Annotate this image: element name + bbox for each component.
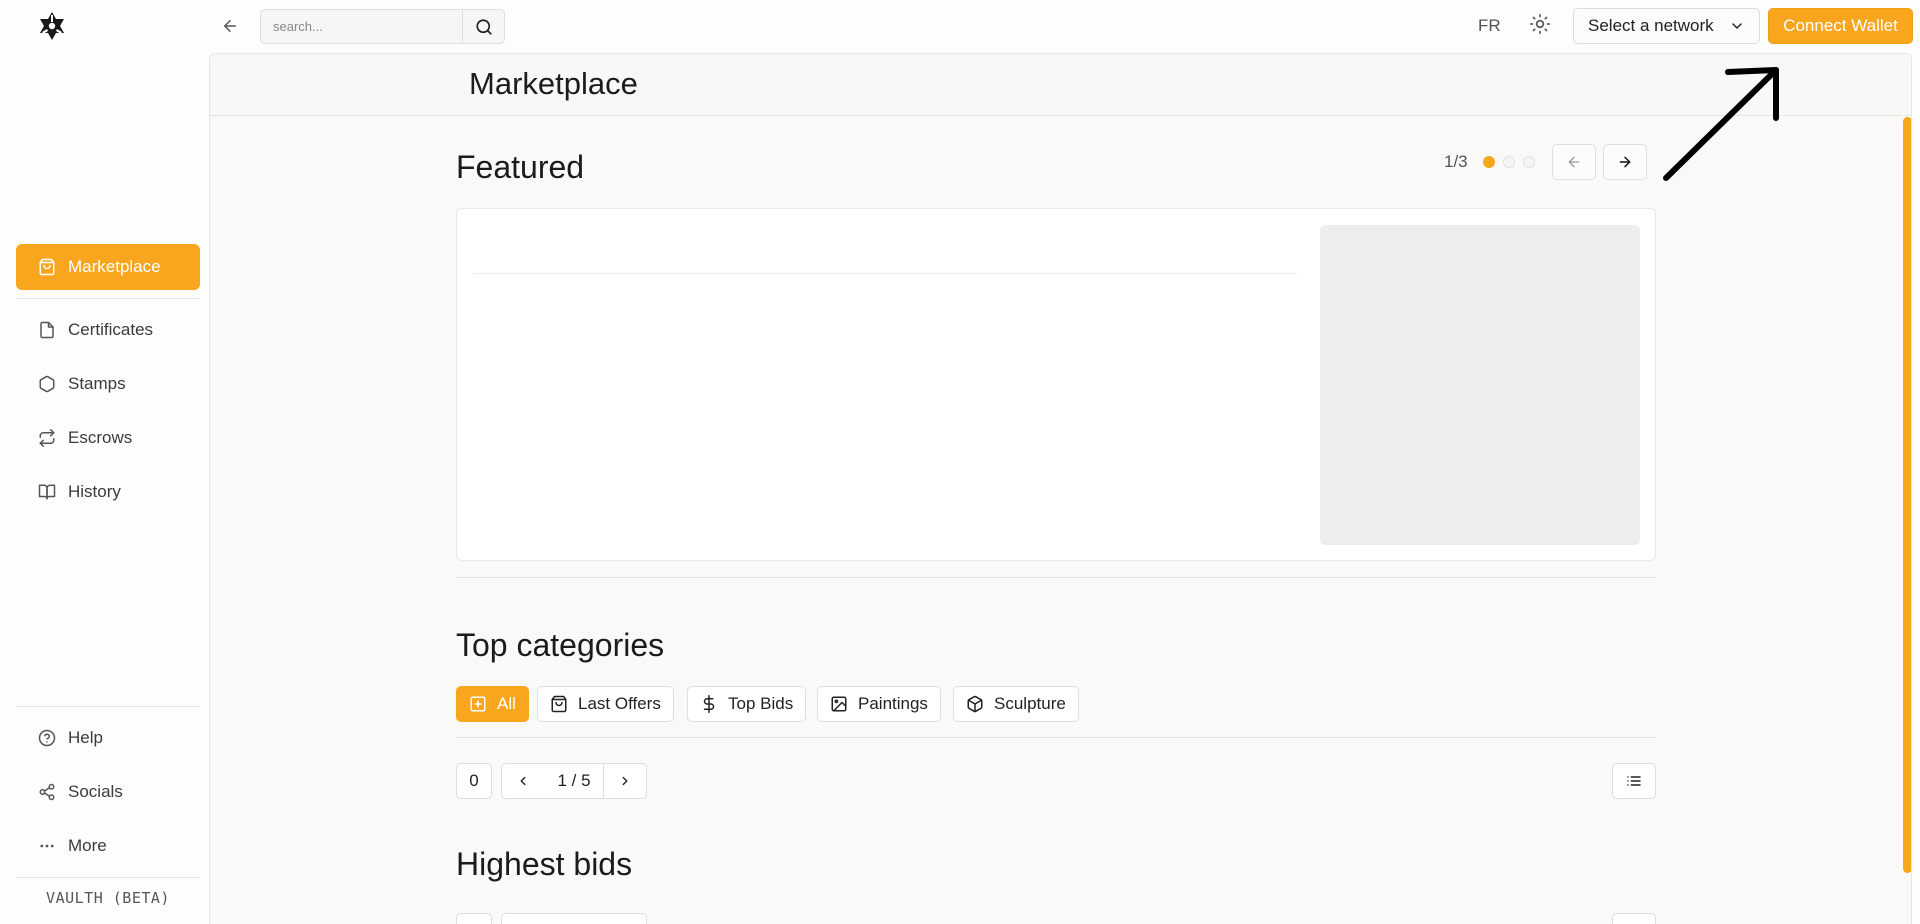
carousel-dot-2[interactable] [1503, 156, 1515, 168]
results-count-partial [456, 913, 492, 924]
carousel-dot-3[interactable] [1523, 156, 1535, 168]
sidebar-divider [16, 877, 200, 878]
featured-next-button[interactable] [1603, 144, 1647, 180]
sidebar-divider [16, 298, 200, 299]
sidebar-divider [16, 706, 200, 707]
chip-label: Top Bids [728, 694, 794, 713]
shopping-bag-icon [551, 695, 567, 713]
list-icon [1627, 776, 1641, 786]
sidebar-item-label: Escrows [68, 428, 133, 447]
sidebar-item-stamps[interactable]: Stamps [16, 361, 200, 407]
sidebar-item-label: Certificates [68, 320, 154, 339]
sidebar: Marketplace Certificates Stamps Escrows … [0, 0, 209, 924]
featured-divider [473, 273, 1297, 274]
network-select[interactable]: Select a network [1573, 8, 1760, 44]
sidebar-item-history[interactable]: History [16, 469, 200, 515]
sidebar-item-marketplace[interactable]: Marketplace [16, 244, 200, 290]
chevron-down-icon [1732, 23, 1742, 29]
arrow-left-icon [1568, 156, 1580, 168]
sidebar-item-escrows[interactable]: Escrows [16, 415, 200, 461]
top-categories-title: Top categories [456, 627, 665, 663]
pagination-prev-button[interactable] [501, 763, 545, 799]
box-icon [967, 695, 983, 713]
featured-image-placeholder[interactable] [1320, 225, 1640, 545]
shopping-bag-icon [39, 258, 55, 276]
sidebar-item-certificates[interactable]: Certificates [16, 307, 200, 353]
main-content: Marketplace Featured 1/3 Top categories … [209, 53, 1912, 924]
file-icon [40, 321, 54, 339]
page-header: Marketplace [210, 54, 1911, 116]
pagination-indicator: 1 / 5 [544, 763, 604, 799]
sun-icon [1530, 14, 1550, 34]
sidebar-item-label: Stamps [68, 374, 126, 393]
language-toggle[interactable]: FR [1478, 16, 1501, 36]
share-icon [39, 783, 55, 801]
book-open-icon [38, 484, 56, 500]
carousel-dot-1[interactable] [1483, 156, 1495, 168]
highest-bids-title: Highest bids [456, 846, 633, 882]
category-chip-top-bids[interactable]: Top Bids [687, 686, 807, 722]
featured-title: Featured [456, 149, 585, 185]
help-circle-icon [38, 729, 56, 747]
category-chip-last-offers[interactable]: Last Offers [537, 686, 674, 722]
repeat-icon [39, 429, 55, 447]
results-count: 0 [456, 763, 492, 799]
search-bar [260, 9, 505, 44]
sidebar-item-label: Help [68, 728, 103, 747]
chip-label: All [497, 694, 516, 713]
app-logo-icon[interactable] [36, 10, 68, 42]
app-version-label: VAULTH (BETA) [46, 889, 170, 907]
pagination-next-button[interactable] [603, 763, 647, 799]
connect-wallet-button[interactable]: Connect Wallet [1768, 8, 1913, 44]
category-chip-all[interactable]: All [456, 686, 529, 722]
hexagon-icon [39, 375, 55, 393]
network-select-label: Select a network [1588, 16, 1714, 35]
list-view-button[interactable] [1612, 763, 1656, 799]
search-input[interactable] [261, 10, 462, 43]
sidebar-item-label: Socials [68, 782, 123, 801]
featured-card[interactable] [456, 208, 1656, 561]
sidebar-item-help[interactable]: Help [16, 715, 200, 761]
chevron-right-icon [622, 776, 628, 786]
chip-label: Paintings [858, 694, 928, 713]
plus-square-icon [470, 696, 486, 712]
sidebar-item-label: More [68, 836, 107, 855]
sidebar-item-label: History [68, 482, 121, 501]
scrollbar-thumb[interactable] [1903, 117, 1911, 873]
list-view-button-partial[interactable] [1612, 913, 1656, 924]
category-chip-paintings[interactable]: Paintings [817, 686, 941, 722]
back-button[interactable] [218, 12, 242, 40]
category-chip-sculpture[interactable]: Sculpture [953, 686, 1079, 722]
sidebar-item-label: Marketplace [68, 257, 161, 276]
theme-toggle-button[interactable] [1530, 14, 1554, 38]
section-divider [456, 577, 1656, 578]
chip-label: Last Offers [578, 694, 661, 713]
search-icon [475, 18, 492, 35]
featured-counter: 1/3 [1444, 152, 1468, 171]
pagination-partial[interactable] [501, 913, 647, 924]
more-horizontal-icon [40, 844, 54, 848]
arrow-left-icon [224, 20, 236, 32]
page-title: Marketplace [469, 66, 638, 101]
arrow-right-icon [1619, 156, 1631, 168]
search-button[interactable] [462, 10, 504, 43]
dollar-icon [703, 695, 715, 713]
chip-label: Sculpture [994, 694, 1066, 713]
sidebar-item-more[interactable]: More [16, 823, 200, 869]
featured-prev-button[interactable] [1552, 144, 1596, 180]
section-divider [456, 737, 1656, 738]
chevron-left-icon [520, 776, 526, 786]
image-icon [831, 696, 847, 712]
sidebar-item-socials[interactable]: Socials [16, 769, 200, 815]
